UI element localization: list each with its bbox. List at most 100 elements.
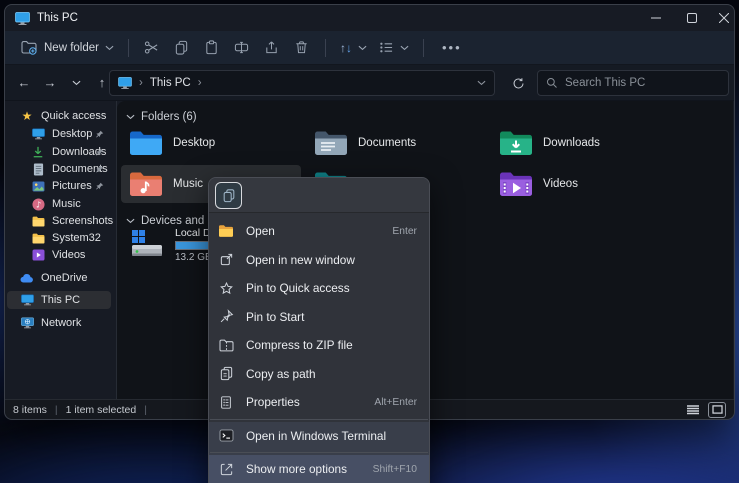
menu-item-open[interactable]: Open Enter xyxy=(209,217,429,246)
sidebar-item-videos[interactable]: Videos xyxy=(7,246,111,264)
svg-text:♪: ♪ xyxy=(35,199,40,209)
search-icon xyxy=(546,77,558,89)
star-icon: ★ xyxy=(20,109,34,123)
sidebar-item-system32[interactable]: System32 xyxy=(7,229,111,247)
tile-downloads[interactable]: Downloads xyxy=(491,124,671,162)
menu-separator xyxy=(210,419,428,420)
sidebar-item-documents[interactable]: Documents xyxy=(7,160,111,178)
address-bar[interactable]: › This PC › xyxy=(109,70,495,96)
rename-button[interactable] xyxy=(227,35,257,61)
sidebar-item-pictures[interactable]: Pictures xyxy=(7,177,111,195)
share-icon xyxy=(264,40,279,55)
pin-icon xyxy=(95,182,104,191)
menu-item-pin-quick-access[interactable]: Pin to Quick access xyxy=(209,274,429,303)
sidebar-item-downloads[interactable]: Downloads xyxy=(7,143,111,161)
menu-item-label: Show more options xyxy=(246,462,347,476)
menu-item-copy-as-path[interactable]: Copy as path xyxy=(209,360,429,389)
address-dropdown-chevron[interactable] xyxy=(477,80,486,86)
folder-music-icon xyxy=(129,169,163,199)
close-button[interactable] xyxy=(707,5,739,31)
tile-label: Videos xyxy=(543,178,578,190)
new-folder-button[interactable]: New folder xyxy=(15,35,120,61)
menu-item-label: Open in new window xyxy=(246,253,355,267)
maximize-button[interactable] xyxy=(675,5,709,31)
recent-locations-chevron[interactable] xyxy=(63,80,89,86)
more-options-button[interactable]: ••• xyxy=(432,40,472,55)
this-pc-monitor-icon xyxy=(118,77,132,89)
sidebar-item-this-pc[interactable]: This PC xyxy=(7,291,111,309)
sidebar-item-network[interactable]: Network xyxy=(7,314,111,332)
search-input[interactable] xyxy=(565,77,705,89)
sidebar-item-music[interactable]: ♪ Music xyxy=(7,195,111,213)
copy-icon xyxy=(174,40,189,55)
tile-label: Music xyxy=(173,178,203,190)
network-icon xyxy=(20,316,34,330)
item-count: 8 items xyxy=(13,404,47,416)
toolbar-divider xyxy=(325,39,326,57)
pictures-icon xyxy=(31,179,45,193)
desktop-wallpaper: { "win": { "title": "This PC", "controls… xyxy=(0,0,739,483)
sidebar-item-label: Music xyxy=(52,198,81,210)
folder-icon xyxy=(31,214,45,228)
tile-videos[interactable]: Videos xyxy=(491,165,671,203)
large-icons-view-button[interactable] xyxy=(708,402,726,418)
view-button[interactable] xyxy=(373,35,415,61)
local-disk-icon xyxy=(131,229,163,259)
sort-button[interactable]: ↑↓ xyxy=(334,35,373,61)
copy-icon xyxy=(222,188,236,203)
zip-folder-icon xyxy=(218,337,234,353)
menu-item-pin-start[interactable]: Pin to Start xyxy=(209,303,429,332)
copy-button[interactable] xyxy=(167,35,197,61)
document-icon xyxy=(31,162,45,176)
search-box[interactable] xyxy=(537,70,729,96)
breadcrumb-chevron[interactable]: › xyxy=(198,77,202,89)
back-button[interactable]: ← xyxy=(11,75,37,90)
sidebar-item-onedrive[interactable]: OneDrive xyxy=(7,269,111,287)
delete-button[interactable] xyxy=(287,35,317,61)
pin-icon xyxy=(95,130,104,139)
sidebar-item-desktop[interactable]: Desktop xyxy=(7,125,111,143)
breadcrumb-chevron: › xyxy=(139,77,143,89)
sidebar-item-label: Videos xyxy=(52,249,85,261)
breadcrumb[interactable]: This PC xyxy=(150,77,191,89)
tile-documents[interactable]: Documents xyxy=(306,124,486,162)
cut-button[interactable] xyxy=(137,35,167,61)
title-bar: This PC xyxy=(5,5,734,31)
section-title: Folders (6) xyxy=(141,111,197,123)
folder-downloads-icon xyxy=(499,128,533,158)
sidebar-item-label: Pictures xyxy=(52,180,92,192)
menu-item-label: Pin to Start xyxy=(246,310,304,324)
menu-item-label: Open xyxy=(246,224,275,238)
sidebar-item-label: Screenshots xyxy=(52,215,113,227)
folders-section-header[interactable]: Folders (6) xyxy=(126,111,197,123)
menu-item-properties[interactable]: Properties Alt+Enter xyxy=(209,388,429,417)
desktop-icon xyxy=(31,127,45,141)
minimize-button[interactable] xyxy=(639,5,673,31)
pin-icon xyxy=(95,148,104,157)
menu-shortcut: Enter xyxy=(392,226,417,237)
menu-item-open-windows-terminal[interactable]: Open in Windows Terminal xyxy=(209,422,429,451)
share-button[interactable] xyxy=(257,35,287,61)
tile-desktop[interactable]: Desktop xyxy=(121,124,301,162)
details-view-button[interactable] xyxy=(684,402,702,418)
sort-icon: ↑↓ xyxy=(340,41,352,55)
sidebar-item-screenshots[interactable]: Screenshots xyxy=(7,212,111,230)
menu-item-compress-zip[interactable]: Compress to ZIP file xyxy=(209,331,429,360)
navigation-pane: ★Quick access Desktop Downloads Document… xyxy=(5,101,113,399)
sidebar-item-quick-access[interactable]: ★Quick access xyxy=(7,107,111,125)
menu-item-open-new-window[interactable]: Open in new window xyxy=(209,246,429,275)
forward-button[interactable]: → xyxy=(37,75,63,90)
menu-shortcut: Shift+F10 xyxy=(373,464,417,475)
this-pc-monitor-icon xyxy=(15,12,30,25)
copy-command-button[interactable] xyxy=(215,182,242,209)
selected-count: 1 item selected xyxy=(66,404,137,416)
refresh-button[interactable] xyxy=(505,70,531,96)
pin-icon xyxy=(218,309,234,325)
cut-icon xyxy=(144,40,159,55)
sidebar-item-label: Network xyxy=(41,317,81,329)
menu-item-label: Properties xyxy=(246,395,300,409)
paste-button[interactable] xyxy=(197,35,227,61)
tile-label: Desktop xyxy=(173,137,215,149)
menu-item-show-more-options[interactable]: Show more options Shift+F10 xyxy=(209,455,429,483)
status-divider: | xyxy=(144,404,147,416)
